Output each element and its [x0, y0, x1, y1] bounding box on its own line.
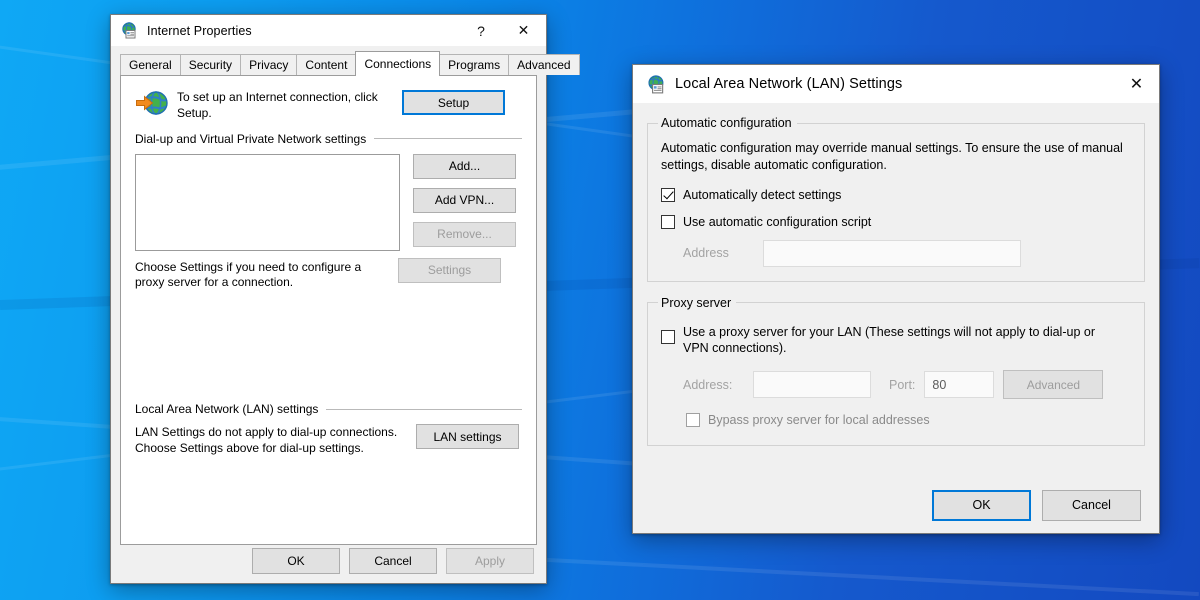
- proxy-hint-row: Choose Settings if you need to configure…: [135, 251, 522, 292]
- globe-arrow-icon: [135, 88, 169, 120]
- dialup-connections-list[interactable]: [135, 153, 400, 251]
- lan-settings-footer: OK Cancel: [633, 477, 1159, 533]
- close-icon[interactable]: ✕: [1114, 65, 1159, 103]
- use-proxy-checkbox[interactable]: [661, 329, 675, 344]
- use-proxy-label: Use a proxy server for your LAN (These s…: [683, 324, 1095, 356]
- settings-button[interactable]: Settings: [398, 257, 501, 283]
- proxy-address-label: Address:: [683, 377, 733, 392]
- proxy-address-row: Address: Port: 80 Advanced: [683, 370, 1131, 399]
- lan-group-label: Local Area Network (LAN) settings: [135, 402, 319, 416]
- remove-button[interactable]: Remove...: [413, 221, 516, 247]
- use-config-script-row[interactable]: Use automatic configuration script: [661, 214, 1131, 231]
- internet-properties-titlebar[interactable]: Internet Properties ? ✕: [111, 15, 546, 46]
- lan-settings-title: Local Area Network (LAN) Settings: [675, 76, 903, 92]
- globe-properties-icon: [647, 74, 666, 94]
- lan-group-header: Local Area Network (LAN) settings: [135, 402, 522, 416]
- proxy-hint-text: Choose Settings if you need to configure…: [135, 259, 362, 290]
- dialup-buttons: Add... Add VPN... Remove...: [413, 153, 516, 251]
- internet-properties-title: Internet Properties: [147, 23, 252, 38]
- lan-row: LAN Settings do not apply to dial-up con…: [135, 424, 522, 457]
- use-config-script-checkbox[interactable]: [661, 215, 675, 230]
- tab-privacy[interactable]: Privacy: [240, 54, 298, 75]
- globe-properties-icon: [121, 22, 138, 39]
- bypass-proxy-row[interactable]: Bypass proxy server for local addresses: [686, 412, 1131, 429]
- advanced-button[interactable]: Advanced: [1003, 370, 1104, 399]
- script-address-input[interactable]: [763, 239, 1021, 267]
- internet-properties-window: Internet Properties ? ✕ General Security…: [110, 14, 580, 584]
- tab-security[interactable]: Security: [179, 54, 242, 75]
- proxy-port-input[interactable]: 80: [924, 371, 995, 398]
- lan-settings-button[interactable]: LAN settings: [416, 424, 519, 449]
- divider: [326, 408, 522, 410]
- auto-detect-settings-checkbox[interactable]: [661, 187, 675, 202]
- automatic-configuration-description: Automatic configuration may override man…: [661, 141, 1123, 173]
- ok-button[interactable]: OK: [932, 489, 1031, 521]
- dialup-group-label: Dial-up and Virtual Private Network sett…: [135, 131, 367, 146]
- use-config-script-label: Use automatic configuration script: [683, 215, 872, 230]
- help-button[interactable]: ?: [461, 15, 501, 46]
- internet-properties-tabs: General Security Privacy Content Connect…: [120, 51, 580, 76]
- add-vpn-button[interactable]: Add VPN...: [413, 187, 516, 213]
- lan-section: Local Area Network (LAN) settings LAN Se…: [135, 396, 522, 457]
- tab-programs[interactable]: Programs: [439, 54, 510, 75]
- tab-connections[interactable]: Connections: [355, 51, 441, 76]
- bypass-proxy-label: Bypass proxy server for local addresses: [708, 413, 930, 427]
- settings-button-wrap: Settings: [398, 257, 501, 283]
- setup-description: To set up an Internet connection, click …: [177, 90, 378, 120]
- use-proxy-row[interactable]: Use a proxy server for your LAN (These s…: [661, 324, 1131, 357]
- automatic-configuration-group: Automatic configuration Automatic config…: [647, 116, 1145, 282]
- tab-content[interactable]: Content: [296, 54, 357, 75]
- divider: [374, 138, 522, 140]
- script-address-row: Address: [683, 239, 1131, 267]
- apply-button[interactable]: Apply: [446, 547, 534, 574]
- dialup-group-header: Dial-up and Virtual Private Network sett…: [135, 132, 522, 146]
- proxy-server-group: Proxy server Use a proxy server for your…: [647, 295, 1145, 446]
- auto-detect-settings-row[interactable]: Automatically detect settings: [661, 187, 1131, 204]
- proxy-server-legend: Proxy server: [661, 295, 732, 310]
- connections-tab-page: To set up an Internet connection, click …: [120, 75, 537, 545]
- script-address-label: Address: [683, 246, 729, 261]
- proxy-port-label: Port:: [889, 377, 916, 392]
- internet-properties-title-buttons: ? ✕: [461, 15, 546, 46]
- cancel-button[interactable]: Cancel: [349, 547, 437, 574]
- dialup-row: Add... Add VPN... Remove...: [135, 153, 522, 251]
- automatic-configuration-legend: Automatic configuration: [661, 116, 792, 130]
- add-button[interactable]: Add...: [413, 153, 516, 179]
- lan-settings-title-buttons: ✕: [1114, 65, 1159, 103]
- cancel-button[interactable]: Cancel: [1042, 489, 1141, 521]
- setup-button[interactable]: Setup: [402, 90, 505, 115]
- lan-settings-window: Local Area Network (LAN) Settings ✕ Auto…: [632, 64, 1160, 534]
- auto-detect-settings-label: Automatically detect settings: [683, 187, 842, 202]
- tab-advanced[interactable]: Advanced: [508, 54, 580, 75]
- proxy-address-input[interactable]: [753, 371, 871, 398]
- lan-description: LAN Settings do not apply to dial-up con…: [135, 425, 398, 455]
- ok-button[interactable]: OK: [252, 547, 340, 574]
- close-icon[interactable]: ✕: [501, 15, 546, 46]
- setup-section: To set up an Internet connection, click …: [135, 88, 522, 122]
- lan-settings-titlebar[interactable]: Local Area Network (LAN) Settings ✕: [633, 65, 1159, 103]
- bypass-proxy-checkbox[interactable]: [686, 413, 700, 427]
- tab-general[interactable]: General: [120, 54, 181, 75]
- desktop-wallpaper: Internet Properties ? ✕ General Security…: [0, 0, 1200, 600]
- lan-settings-body: Automatic configuration Automatic config…: [633, 103, 1159, 446]
